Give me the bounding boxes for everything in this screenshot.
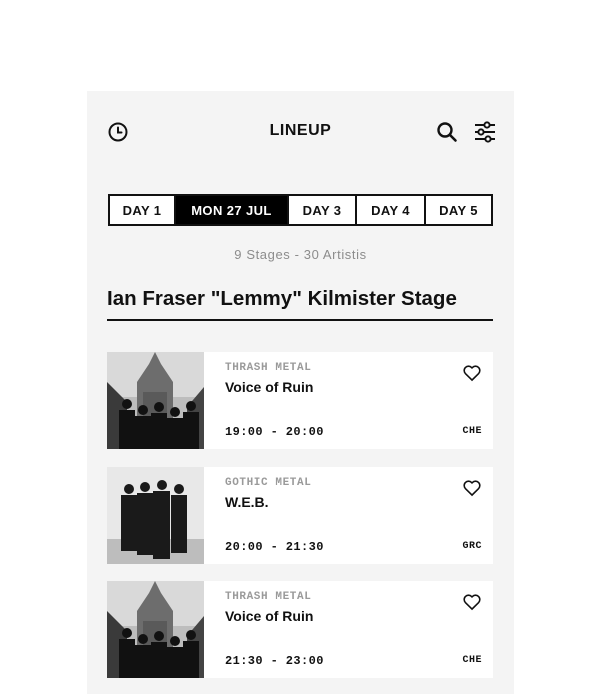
stage-title: Ian Fraser "Lemmy" Kilmister Stage [107,287,457,310]
country-code: CHE [462,426,482,437]
genre-label: THRASH METAL [225,362,312,374]
tab-day-3[interactable]: DAY 3 [289,196,357,224]
performance-card[interactable]: THRASH METAL Voice of Ruin 19:00 - 20:00… [107,352,493,449]
top-bar: LINEUP [87,91,514,173]
tab-day-4[interactable]: DAY 4 [357,196,426,224]
artist-name: W.E.B. [225,494,269,510]
artist-name: Voice of Ruin [225,608,314,624]
artist-photo [107,352,204,449]
performance-card[interactable]: THRASH METAL Voice of Ruin 21:30 - 23:00… [107,581,493,678]
day-tabs: DAY 1 MON 27 JUL DAY 3 DAY 4 DAY 5 [108,194,493,226]
performance-card[interactable]: GOTHIC METAL W.E.B. 20:00 - 21:30 GRC [107,467,493,564]
app-screen: LINEUP DAY 1 MON 27 JUL DAY 3 DAY 4 DAY … [87,91,514,694]
tab-mon-27-jul[interactable]: MON 27 JUL [176,196,289,224]
time-slot: 19:00 - 20:00 [225,425,324,439]
stage-section: Ian Fraser "Lemmy" Kilmister Stage THRAS… [87,271,514,694]
country-code: GRC [462,541,482,552]
heart-outline-icon[interactable] [462,363,482,383]
divider [107,319,493,321]
tab-day-5[interactable]: DAY 5 [426,196,491,224]
genre-label: THRASH METAL [225,591,312,603]
genre-label: GOTHIC METAL [225,477,312,489]
time-slot: 21:30 - 23:00 [225,654,324,668]
time-slot: 20:00 - 21:30 [225,540,324,554]
sliders-icon[interactable] [473,120,497,144]
tab-day-1[interactable]: DAY 1 [110,196,176,224]
heart-outline-icon[interactable] [462,592,482,612]
artist-name: Voice of Ruin [225,379,314,395]
heart-outline-icon[interactable] [462,478,482,498]
country-code: CHE [462,655,482,666]
artist-photo [107,581,204,678]
stage-artist-count: 9 Stages - 30 Artistis [234,247,367,262]
artist-photo [107,467,204,564]
search-icon[interactable] [435,120,459,144]
